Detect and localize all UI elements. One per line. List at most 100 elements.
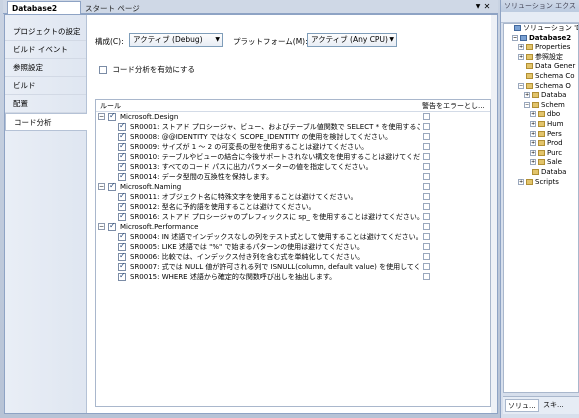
- error-checkbox[interactable]: [423, 273, 430, 280]
- rule-row[interactable]: SR0001: ストアド プロシージャ、ビュー、およびテーブル値関数で SELE…: [96, 121, 490, 132]
- rule-checkbox[interactable]: [118, 171, 126, 181]
- rule-checkbox[interactable]: [118, 161, 126, 171]
- expand-icon[interactable]: +: [524, 92, 530, 99]
- rule-row[interactable]: SR0005: LIKE 述語では "%" で始まるパターンの使用は避けてくださ…: [96, 241, 490, 252]
- tree-node[interactable]: + Purc: [504, 149, 578, 159]
- sidebar-item-0[interactable]: プロジェクトの設定: [5, 23, 86, 41]
- tab-solution-explorer[interactable]: ソリュ...: [505, 399, 539, 412]
- tree-node[interactable]: + Databa: [504, 91, 578, 101]
- enable-code-analysis-checkbox[interactable]: [99, 66, 107, 74]
- tab-database2[interactable]: Database2: [7, 1, 81, 14]
- rule-checkbox[interactable]: [118, 241, 126, 251]
- error-checkbox[interactable]: [423, 153, 430, 160]
- close-icon[interactable]: ✕: [482, 1, 492, 12]
- rule-row[interactable]: SR0012: 型名に予約語を使用することは避けてください。: [96, 201, 490, 212]
- rule-checkbox[interactable]: [118, 211, 126, 221]
- enable-code-analysis-option[interactable]: コード分析を有効にする: [99, 64, 195, 75]
- expand-icon[interactable]: +: [518, 44, 524, 51]
- platform-select[interactable]: アクティブ (Any CPU) ▼: [307, 33, 397, 47]
- expand-icon[interactable]: +: [530, 120, 536, 127]
- rule-checkbox[interactable]: [118, 151, 126, 161]
- tree-node[interactable]: + Scripts: [504, 178, 578, 188]
- error-checkbox[interactable]: [423, 253, 430, 260]
- tree-node[interactable]: Databa: [504, 168, 578, 178]
- error-checkbox[interactable]: [423, 133, 430, 140]
- expand-icon[interactable]: +: [530, 149, 536, 156]
- rule-row[interactable]: SR0004: IN 述語でインデックスなしの列をテスト式として使用することは避…: [96, 231, 490, 242]
- tree-node[interactable]: − Database2: [504, 34, 578, 44]
- rule-row[interactable]: SR0016: ストアド プロシージャのプレフィックスに sp_ を使用すること…: [96, 211, 490, 222]
- page-scrollbar[interactable]: [491, 15, 497, 413]
- error-checkbox[interactable]: [423, 203, 430, 210]
- collapse-icon[interactable]: −: [512, 34, 518, 41]
- collapse-icon[interactable]: −: [518, 82, 524, 89]
- expand-icon[interactable]: +: [530, 159, 536, 166]
- tree-node[interactable]: + Prod: [504, 139, 578, 149]
- tree-node[interactable]: + Properties: [504, 43, 578, 53]
- rule-checkbox[interactable]: [118, 201, 126, 211]
- error-checkbox[interactable]: [423, 183, 430, 190]
- rule-row[interactable]: SR0006: 比較では、インデックス付き列を含む式を単純化してください。: [96, 251, 490, 262]
- rule-checkbox[interactable]: [118, 141, 126, 151]
- expand-icon[interactable]: +: [518, 53, 524, 60]
- category-checkbox[interactable]: [108, 221, 116, 231]
- error-checkbox[interactable]: [423, 193, 430, 200]
- tab-start-page[interactable]: スタート ページ: [81, 1, 140, 14]
- rule-row[interactable]: SR0013: すべてのコード パスに出力パラメーターの値を指定してください。: [96, 161, 490, 172]
- expand-icon[interactable]: +: [518, 178, 524, 185]
- tree-node[interactable]: ソリューション 'Data: [504, 24, 578, 34]
- rule-category-row[interactable]: − Microsoft.Design: [96, 111, 490, 122]
- rule-row[interactable]: SR0008: @@IDENTITY ではなく SCOPE_IDENTITY の…: [96, 131, 490, 142]
- rule-checkbox[interactable]: [118, 261, 126, 271]
- expand-icon[interactable]: +: [530, 140, 536, 147]
- expand-icon[interactable]: +: [530, 111, 536, 118]
- rule-row[interactable]: SR0011: オブジェクト名に特殊文字を使用することは避けてください。: [96, 191, 490, 202]
- error-checkbox[interactable]: [423, 123, 430, 130]
- tree-node[interactable]: + Hum: [504, 120, 578, 130]
- tree-node[interactable]: + 参照設定: [504, 53, 578, 63]
- rule-checkbox[interactable]: [118, 231, 126, 241]
- rule-row[interactable]: SR0010: テーブルやビューの結合に今後サポートされない構文を使用することは…: [96, 151, 490, 162]
- error-checkbox[interactable]: [423, 163, 430, 170]
- error-checkbox[interactable]: [423, 113, 430, 120]
- rule-row[interactable]: SR0015: WHERE 述語から確定的な関数呼び出しを抽出します。: [96, 271, 490, 282]
- sidebar-item-4[interactable]: 配置: [5, 95, 86, 113]
- expand-icon[interactable]: +: [530, 130, 536, 137]
- error-checkbox[interactable]: [423, 213, 430, 220]
- tree-node[interactable]: + Pers: [504, 130, 578, 140]
- sidebar-item-1[interactable]: ビルド イベント: [5, 41, 86, 59]
- collapse-icon[interactable]: −: [98, 113, 105, 120]
- rule-row[interactable]: SR0009: サイズが 1 ～ 2 の可変長の型を使用することは避けてください…: [96, 141, 490, 152]
- error-checkbox[interactable]: [423, 173, 430, 180]
- tree-node[interactable]: + Sale: [504, 158, 578, 168]
- rule-row[interactable]: SR0014: データ型間の互換性を保持します。: [96, 171, 490, 182]
- sidebar-item-2[interactable]: 参照設定: [5, 59, 86, 77]
- error-checkbox[interactable]: [423, 233, 430, 240]
- rule-category-row[interactable]: − Microsoft.Performance: [96, 221, 490, 232]
- rule-checkbox[interactable]: [118, 121, 126, 131]
- sidebar-item-3[interactable]: ビルド: [5, 77, 86, 95]
- rule-checkbox[interactable]: [118, 251, 126, 261]
- collapse-icon[interactable]: −: [98, 223, 105, 230]
- category-checkbox[interactable]: [108, 181, 116, 191]
- error-checkbox[interactable]: [423, 263, 430, 270]
- rule-checkbox[interactable]: [118, 271, 126, 281]
- tab-schema-view[interactable]: スキ...: [541, 399, 575, 412]
- rule-category-row[interactable]: − Microsoft.Naming: [96, 181, 490, 192]
- tree-node[interactable]: Data Gener: [504, 62, 578, 72]
- tree-node[interactable]: − Schema O: [504, 82, 578, 92]
- rule-row[interactable]: SR0007: 式では NULL 値が許可される列で ISNULL(column…: [96, 261, 490, 272]
- rule-checkbox[interactable]: [118, 191, 126, 201]
- tree-node[interactable]: Schema Co: [504, 72, 578, 82]
- tree-node[interactable]: + dbo: [504, 110, 578, 120]
- tree-node[interactable]: − Schem: [504, 101, 578, 111]
- collapse-icon[interactable]: −: [524, 101, 530, 108]
- tab-list-dropdown-icon[interactable]: ▼: [474, 1, 482, 12]
- error-checkbox[interactable]: [423, 223, 430, 230]
- collapse-icon[interactable]: −: [98, 183, 105, 190]
- configuration-select[interactable]: アクティブ (Debug) ▼: [129, 33, 223, 47]
- category-checkbox[interactable]: [108, 111, 116, 121]
- rule-checkbox[interactable]: [118, 131, 126, 141]
- error-checkbox[interactable]: [423, 243, 430, 250]
- error-checkbox[interactable]: [423, 143, 430, 150]
